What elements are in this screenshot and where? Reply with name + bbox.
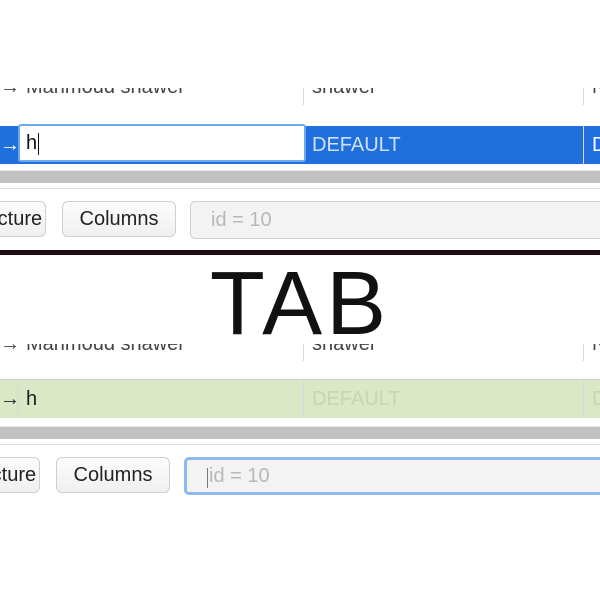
table-row[interactable]: → Mahmoud shawer shawer N — [0, 88, 600, 124]
cell-column-d[interactable]: N — [584, 344, 600, 361]
bottom-toolbar: Structure Columns id = 10 — [0, 188, 600, 249]
table-row[interactable]: → Mahmoud shawer shawer N — [0, 344, 600, 378]
row-arrow-icon: → — [0, 344, 18, 355]
filter-placeholder: id = 10 — [209, 465, 270, 487]
cell-name[interactable]: Mahmoud shawer — [18, 344, 304, 361]
bottom-toolbar: Structure Columns id = 10 — [0, 444, 600, 505]
row-arrow-icon: → — [0, 88, 18, 105]
cell-column-c[interactable]: DEFAULT — [304, 380, 584, 418]
cell-column-d[interactable]: N — [584, 88, 600, 105]
screenshot-canvas: → Mahmoud shawer shawer N → DEFAULT D h … — [0, 0, 600, 600]
filter-input-focused[interactable]: id = 10 — [184, 457, 600, 495]
row-arrow-icon: → — [0, 134, 18, 156]
filter-input[interactable]: id = 10 — [190, 201, 600, 239]
cell-name[interactable]: Mahmoud shawer — [18, 88, 304, 105]
table-row-committed[interactable]: → h DEFAULT D — [0, 380, 600, 418]
cell-edit-input[interactable]: h — [18, 124, 306, 162]
cell-column-c[interactable]: shawer — [304, 88, 584, 105]
cell-name[interactable]: h — [18, 380, 304, 418]
text-caret — [38, 132, 40, 155]
cell-column-c[interactable]: DEFAULT — [304, 126, 584, 164]
tab-caption: TAB — [209, 254, 391, 354]
horizontal-scrollbar[interactable] — [0, 170, 600, 183]
structure-button[interactable]: Structure — [0, 457, 40, 493]
table-view-editing: → Mahmoud shawer shawer N → DEFAULT D h … — [0, 88, 600, 258]
row-arrow-icon: → — [0, 380, 18, 418]
horizontal-scrollbar[interactable] — [0, 426, 600, 439]
columns-button[interactable]: Columns — [62, 201, 176, 237]
cell-column-d[interactable]: D — [584, 126, 600, 164]
table-view-committed: → Mahmoud shawer shawer N → h DEFAULT D … — [0, 344, 600, 506]
columns-button[interactable]: Columns — [56, 457, 170, 493]
cell-column-c[interactable]: shawer — [304, 344, 584, 361]
cell-edit-value: h — [26, 132, 38, 154]
text-caret — [207, 468, 208, 488]
structure-button[interactable]: Structure — [0, 201, 46, 237]
cell-column-d[interactable]: D — [584, 380, 600, 418]
